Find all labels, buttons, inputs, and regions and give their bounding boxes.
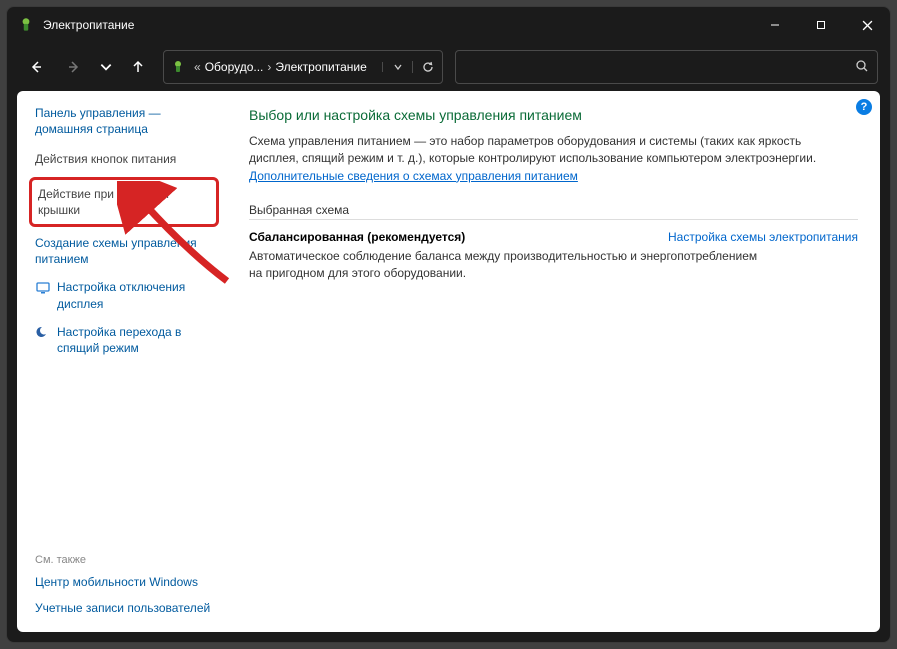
breadcrumb-part1[interactable]: Оборудо...: [203, 60, 266, 74]
minimize-button[interactable]: [752, 9, 798, 41]
plan-settings-link[interactable]: Настройка схемы электропитания: [668, 230, 858, 244]
titlebar: Электропитание: [7, 7, 890, 43]
more-info-link[interactable]: Дополнительные сведения о схемах управле…: [249, 169, 578, 183]
breadcrumb-sep: ›: [265, 60, 273, 74]
sidebar-link-label: Создание схемы управления питанием: [35, 235, 217, 267]
section-selected-plan: Выбранная схема: [249, 203, 858, 217]
plan-row: Сбалансированная (рекомендуется) Настрой…: [249, 230, 858, 244]
sidebar: Панель управления — домашняя страница Де…: [17, 91, 227, 632]
sidebar-link-mobility-center[interactable]: Центр мобильности Windows: [35, 574, 217, 590]
main-panel: ? Выбор или настройка схемы управления п…: [227, 91, 880, 632]
nav-recent-button[interactable]: [95, 50, 117, 84]
sidebar-link-label: Центр мобильности Windows: [35, 574, 198, 590]
search-icon: [855, 59, 869, 76]
sidebar-link-create-plan[interactable]: Создание схемы управления питанием: [35, 235, 217, 267]
plan-name: Сбалансированная (рекомендуется): [249, 230, 658, 244]
sidebar-link-power-buttons[interactable]: Действия кнопок питания: [35, 151, 217, 167]
sidebar-link-lid-action[interactable]: Действие при закрытии крышки: [29, 177, 219, 227]
divider: [249, 219, 858, 220]
see-also-heading: См. также: [35, 554, 217, 566]
sidebar-link-label: Учетные записи пользователей: [35, 600, 210, 616]
monitor-icon: [35, 280, 51, 296]
sidebar-link-user-accounts[interactable]: Учетные записи пользователей: [35, 600, 217, 616]
nav-forward-button[interactable]: [57, 50, 91, 84]
maximize-button[interactable]: [798, 9, 844, 41]
sidebar-link-label: Действие при закрытии крышки: [38, 186, 210, 218]
window-root: Электропитание « Оборудо.: [6, 6, 891, 643]
sidebar-link-sleep[interactable]: Настройка перехода в спящий режим: [35, 324, 217, 356]
plan-description: Автоматическое соблюдение баланса между …: [249, 248, 769, 282]
page-heading: Выбор или настройка схемы управления пит…: [249, 107, 858, 123]
window-title: Электропитание: [43, 18, 134, 32]
content-area: Панель управления — домашняя страница Де…: [17, 91, 880, 632]
address-icon: [164, 59, 192, 75]
search-input[interactable]: [455, 50, 878, 84]
nav-back-button[interactable]: [19, 50, 53, 84]
address-bar[interactable]: « Оборудо... › Электропитание: [163, 50, 443, 84]
sidebar-home-link[interactable]: Панель управления — домашняя страница: [35, 105, 217, 137]
breadcrumb-ellipsis: «: [192, 60, 203, 74]
app-icon: [17, 16, 35, 34]
refresh-button[interactable]: [412, 61, 442, 73]
close-button[interactable]: [844, 9, 890, 41]
sidebar-link-label: Действия кнопок питания: [35, 151, 176, 167]
sidebar-link-label: Настройка отключения дисплея: [57, 279, 217, 311]
breadcrumb-part2[interactable]: Электропитание: [273, 60, 368, 74]
page-description: Схема управления питанием — это набор па…: [249, 133, 849, 185]
moon-icon: [35, 325, 51, 341]
sidebar-link-label: Настройка перехода в спящий режим: [57, 324, 217, 356]
nav-up-button[interactable]: [121, 50, 155, 84]
address-dropdown-button[interactable]: [382, 62, 412, 72]
sidebar-link-display-off[interactable]: Настройка отключения дисплея: [35, 279, 217, 311]
navbar: « Оборудо... › Электропитание: [7, 43, 890, 91]
help-button[interactable]: ?: [856, 99, 872, 115]
